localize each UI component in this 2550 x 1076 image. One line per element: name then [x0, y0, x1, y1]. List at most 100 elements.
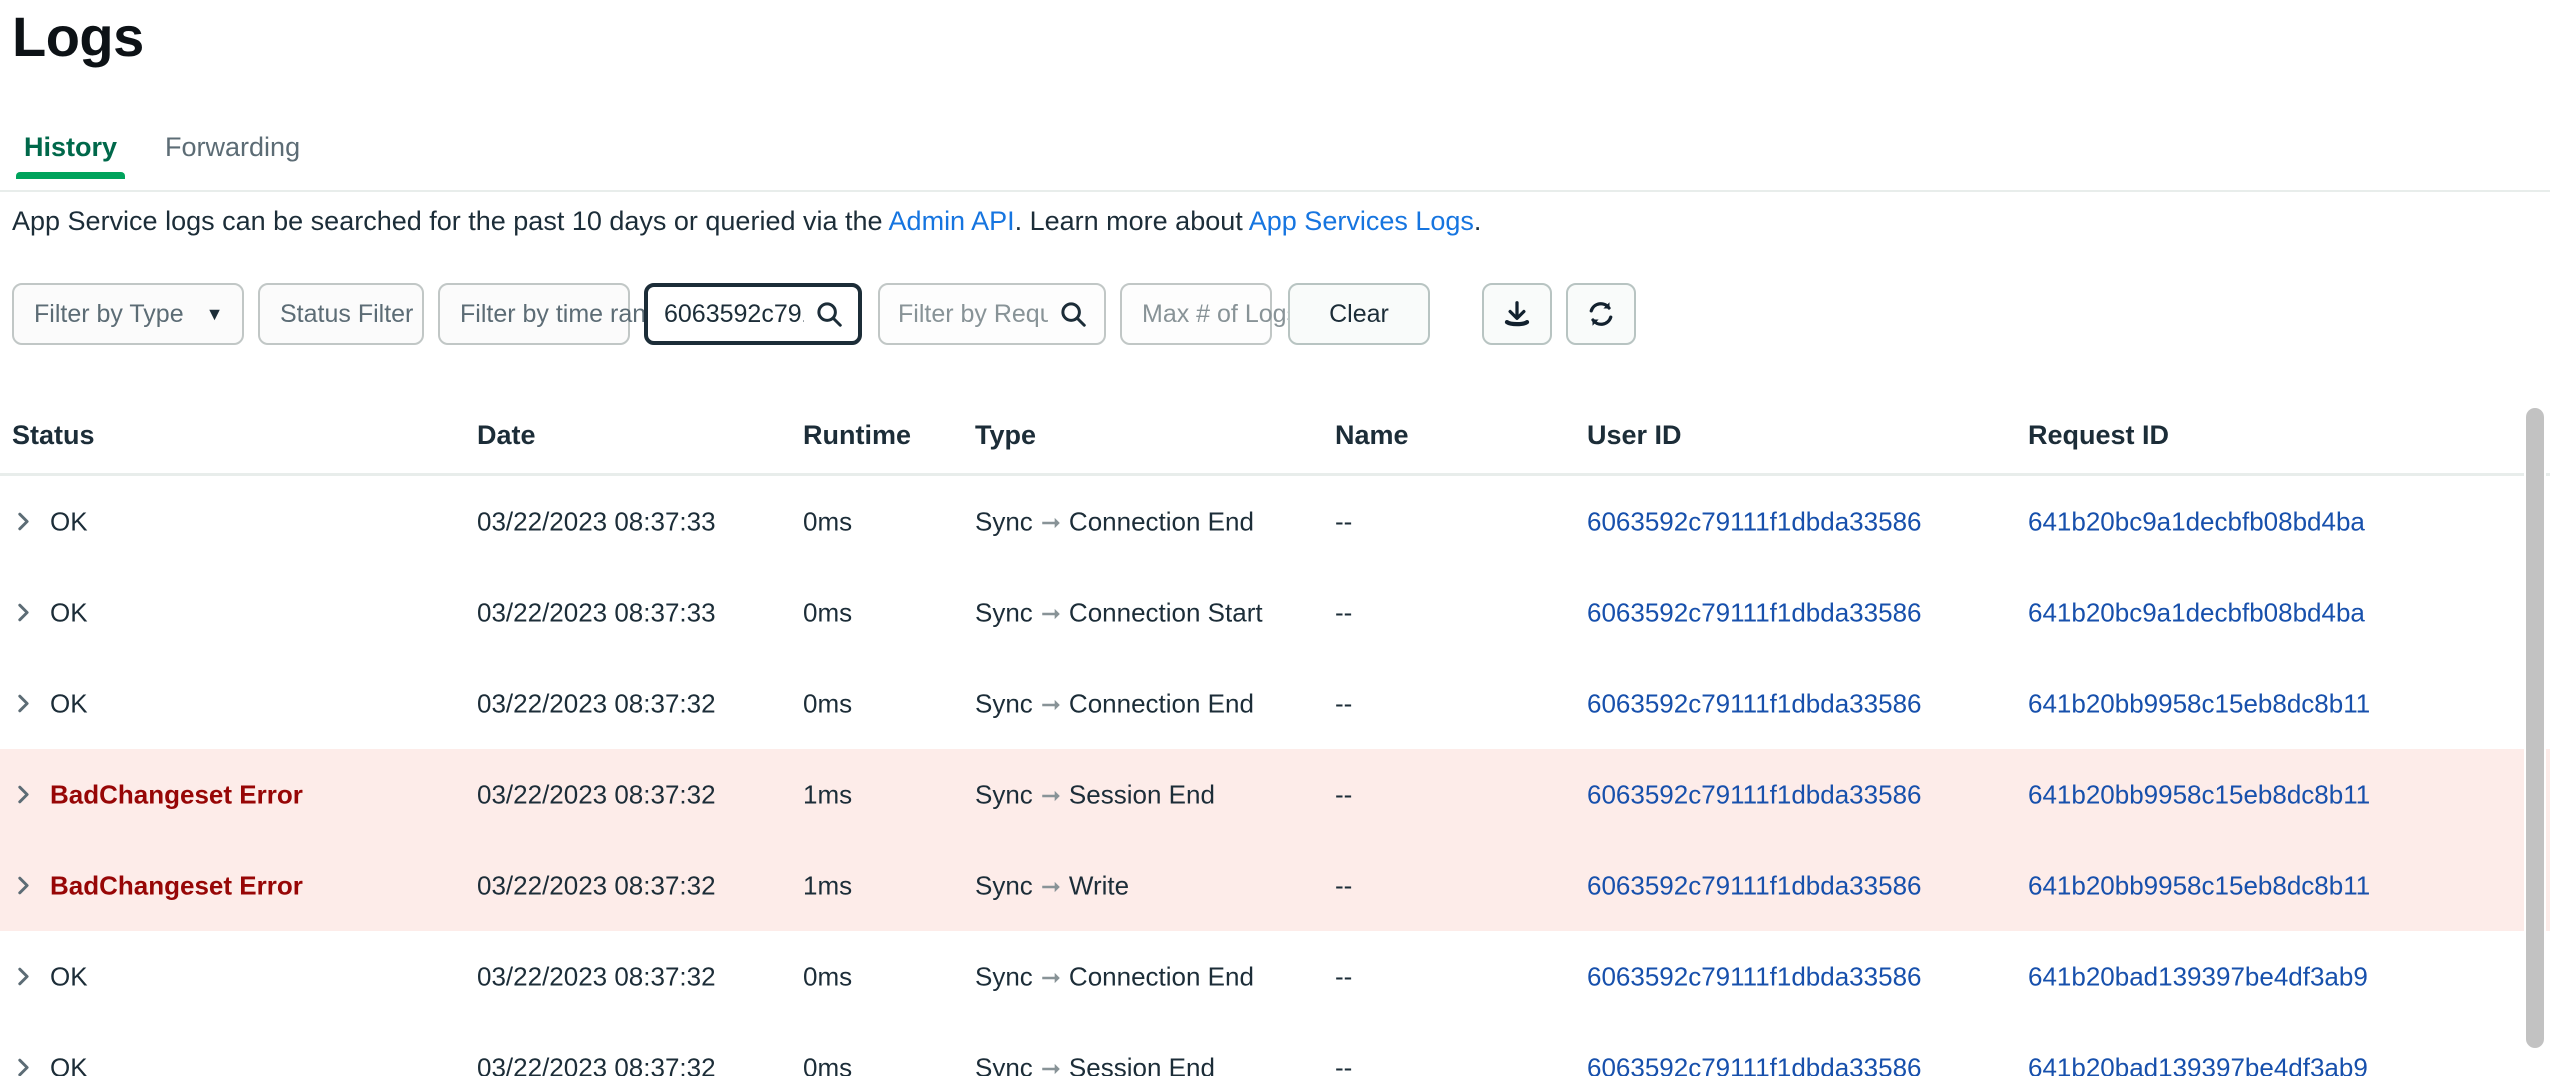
type-source: Sync	[975, 1052, 1033, 1076]
admin-api-link[interactable]: Admin API	[889, 206, 1015, 236]
row-status-cell[interactable]: OK	[12, 597, 88, 628]
row-type-cell: Sync➞Session End	[975, 779, 1215, 810]
row-date-cell: 03/22/2023 08:37:33	[477, 597, 716, 628]
row-request-id-link[interactable]: 641b20bc9a1decbfb08bd4ba	[2028, 506, 2365, 537]
row-request-id-link[interactable]: 641b20bb9958c15eb8dc8b11	[2028, 779, 2370, 810]
logs-table: Status Date Runtime Type Name User ID Re…	[0, 398, 2550, 1076]
row-request-id-link[interactable]: 641b20bb9958c15eb8dc8b11	[2028, 688, 2370, 719]
row-date-cell: 03/22/2023 08:37:32	[477, 779, 716, 810]
type-action: Connection End	[1069, 506, 1254, 537]
download-button[interactable]	[1482, 283, 1552, 345]
filter-by-type-label: Filter by Type	[34, 300, 184, 329]
row-type-cell: Sync➞Connection End	[975, 961, 1254, 992]
tab-forwarding[interactable]: Forwarding	[141, 132, 324, 179]
row-request-id-link[interactable]: 641b20bb9958c15eb8dc8b11	[2028, 870, 2370, 901]
request-id-search-placeholder: Filter by Request…	[898, 300, 1048, 329]
tab-divider	[0, 190, 2550, 192]
row-status-cell[interactable]: OK	[12, 506, 88, 537]
row-name-cell: --	[1335, 779, 1352, 810]
table-row[interactable]: OK 03/22/2023 08:37:33 0ms Sync➞Connection …	[0, 567, 2550, 658]
status-label: OK	[50, 961, 88, 992]
type-action: Session End	[1069, 779, 1215, 810]
arrow-right-icon: ➞	[1033, 599, 1069, 628]
status-label: OK	[50, 597, 88, 628]
row-request-id-link[interactable]: 641b20bc9a1decbfb08bd4ba	[2028, 597, 2365, 628]
arrow-right-icon: ➞	[1033, 781, 1069, 810]
row-request-id-link[interactable]: 641b20bad139397be4df3ab9	[2028, 961, 2368, 992]
row-date-cell: 03/22/2023 08:37:32	[477, 961, 716, 992]
scrollbar-thumb[interactable]	[2526, 408, 2544, 1048]
expand-chevron-icon[interactable]	[12, 784, 34, 806]
row-name-cell: --	[1335, 506, 1352, 537]
type-action: Write	[1069, 870, 1129, 901]
type-source: Sync	[975, 597, 1033, 628]
table-row[interactable]: OK03/22/2023 08:37:320msSync➞Session End…	[0, 1022, 2550, 1076]
row-user-id-link[interactable]: 6063592c79111f1dbda33586	[1587, 779, 1921, 810]
table-row[interactable]: OK03/22/2023 08:37:330msSync➞Connection …	[0, 476, 2550, 567]
max-logs-input[interactable]: Max # of Logs	[1120, 283, 1272, 345]
table-header-row: Status Date Runtime Type Name User ID Re…	[0, 398, 2550, 476]
status-filter-select[interactable]: Status Filter ▼	[258, 283, 424, 345]
user-id-search-input[interactable]: 6063592c79111f1dbda…	[644, 283, 862, 345]
row-runtime-cell: 1ms	[803, 779, 852, 810]
max-logs-placeholder: Max # of Logs	[1142, 300, 1299, 329]
row-type-cell: Sync➞Connection End	[975, 506, 1254, 537]
row-type-cell: Sync➞Session End	[975, 1052, 1215, 1076]
refresh-button[interactable]	[1566, 283, 1636, 345]
vertical-scrollbar[interactable]	[2524, 408, 2546, 1072]
filter-toolbar: Filter by Type ▼ Status Filter ▼ Filter …	[12, 283, 1636, 345]
row-name-cell: --	[1335, 961, 1352, 992]
column-header-date: Date	[477, 420, 536, 451]
tab-history[interactable]: History	[0, 132, 141, 179]
row-status-cell[interactable]: BadChangeset Error	[12, 870, 303, 901]
table-body: OK03/22/2023 08:37:330msSync➞Connection …	[0, 476, 2550, 1076]
expand-chevron-icon[interactable]	[12, 966, 34, 988]
row-user-id-link[interactable]: 6063592c79111f1dbda33586	[1587, 870, 1921, 901]
row-runtime-cell: 0ms	[803, 597, 852, 628]
table-row[interactable]: OK03/22/2023 08:37:320msSync➞Connection …	[0, 658, 2550, 749]
row-request-id-link[interactable]: 641b20bad139397be4df3ab9	[2028, 1052, 2368, 1076]
row-user-id-link[interactable]: 6063592c79111f1dbda33586	[1587, 506, 1921, 537]
status-filter-label: Status Filter	[280, 300, 413, 329]
table-row[interactable]: BadChangeset Error03/22/2023 08:37:321ms…	[0, 840, 2550, 931]
refresh-icon	[1586, 299, 1616, 329]
row-runtime-cell: 0ms	[803, 961, 852, 992]
type-source: Sync	[975, 870, 1033, 901]
row-status-cell[interactable]: OK	[12, 961, 88, 992]
arrow-right-icon: ➞	[1033, 963, 1069, 992]
row-runtime-cell: 0ms	[803, 688, 852, 719]
type-source: Sync	[975, 688, 1033, 719]
row-user-id-link[interactable]: 6063592c79111f1dbda33586	[1587, 688, 1921, 719]
expand-chevron-icon[interactable]	[12, 875, 34, 897]
filter-by-type-select[interactable]: Filter by Type ▼	[12, 283, 244, 345]
row-status-cell[interactable]: OK	[12, 688, 88, 719]
row-name-cell: --	[1335, 688, 1352, 719]
request-id-search-input[interactable]: Filter by Request…	[878, 283, 1106, 345]
type-action: Connection Start	[1069, 597, 1263, 628]
expand-chevron-icon[interactable]	[12, 602, 34, 624]
app-services-logs-link[interactable]: App Services Logs	[1249, 206, 1474, 236]
expand-chevron-icon[interactable]	[12, 1057, 34, 1076]
row-user-id-link[interactable]: 6063592c79111f1dbda33586	[1587, 961, 1921, 992]
row-user-id-link[interactable]: 6063592c79111f1dbda33586	[1587, 597, 1921, 628]
row-status-cell[interactable]: BadChangeset Error	[12, 779, 303, 810]
description-part-3: .	[1474, 206, 1482, 236]
arrow-right-icon: ➞	[1033, 872, 1069, 901]
expand-chevron-icon[interactable]	[12, 693, 34, 715]
chevron-down-icon: ▼	[206, 305, 224, 323]
row-status-cell[interactable]: OK	[12, 1052, 88, 1076]
table-row[interactable]: OK 03/22/2023 08:37:32 0ms Sync➞Connection …	[0, 931, 2550, 1022]
clear-button[interactable]: Clear	[1288, 283, 1430, 345]
expand-chevron-icon[interactable]	[12, 511, 34, 533]
type-action: Connection End	[1069, 688, 1254, 719]
row-user-id-link[interactable]: 6063592c79111f1dbda33586	[1587, 1052, 1921, 1076]
row-runtime-cell: 1ms	[803, 870, 852, 901]
time-range-label: Filter by time range	[460, 300, 674, 329]
type-source: Sync	[975, 779, 1033, 810]
row-date-cell: 03/22/2023 08:37:33	[477, 506, 716, 537]
table-row[interactable]: BadChangeset Error 03/22/2023 08:37:32 1ms…	[0, 749, 2550, 840]
column-header-request-id: Request ID	[2028, 420, 2169, 451]
status-label: BadChangeset Error	[50, 779, 303, 810]
status-label: BadChangeset Error	[50, 870, 303, 901]
time-range-select[interactable]: Filter by time range ▼	[438, 283, 630, 345]
